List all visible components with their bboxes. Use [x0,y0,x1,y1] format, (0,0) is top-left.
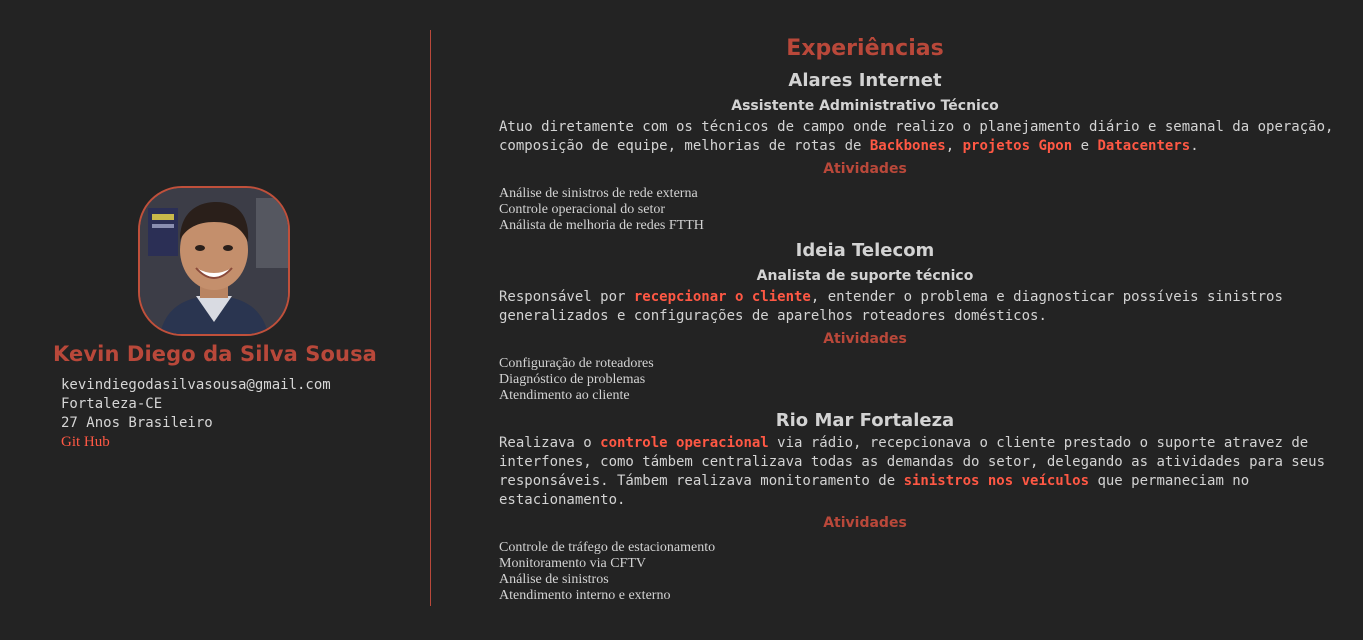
company-name: Rio Mar Fortaleza [775,410,955,431]
job-entry: Rio Mar Fortaleza Realizava o controle o… [499,408,1363,604]
activities-title: Atividades [823,515,907,531]
github-link[interactable]: Git Hub [61,433,331,452]
activity-item: Análista de melhoria de redes FTTH [499,218,704,233]
job-entry: Alares Internet Assistente Administrativ… [499,68,1363,234]
profile-info: kevindiegodasilvasousa@gmail.com Fortale… [61,376,331,452]
column-divider [430,30,431,606]
activity-item: Monitoramento via CFTV [499,556,646,571]
highlight-text: sinistros nos veículos [903,473,1090,489]
profile-photo-illustration [140,188,288,334]
activity-item: Controle operacional do setor [499,202,666,217]
highlight-text: Datacenters [1097,138,1191,154]
experience-title: Experiências [786,36,944,61]
activity-item: Análise de sinistros de rede externa [499,186,698,201]
job-entry: Ideia Telecom Analista de suporte técnic… [499,238,1363,404]
profile-name: Kevin Diego da Silva Sousa [53,342,377,366]
email-text: kevindiegodasilvasousa@gmail.com [61,377,331,393]
company-name: Alares Internet [788,70,942,91]
profile-photo [138,186,290,336]
highlight-text: controle operacional [600,435,769,451]
age-nationality-text: 27 Anos Brasileiro [61,415,213,431]
activity-item: Análise de sinistros [499,572,609,587]
activities-list: Configuração de roteadores Diagnóstico d… [499,356,1363,404]
activity-item: Controle de tráfego de estacionamento [499,540,716,555]
activity-item: Atendimento ao cliente [499,388,630,403]
activity-item: Atendimento interno e externo [499,588,671,603]
location-text: Fortaleza-CE [61,396,163,412]
experience-section: Experiências Alares Internet Assistente … [499,30,1363,630]
job-description: Realizava o controle operacional via rád… [499,435,1326,508]
job-role: Analista de suporte técnico [756,268,974,284]
activities-title: Atividades [823,161,907,177]
company-name: Ideia Telecom [795,240,935,261]
activities-list: Controle de tráfego de estacionamento Mo… [499,540,1363,604]
activity-item: Configuração de roteadores [499,356,654,371]
activities-title: Atividades [823,331,907,347]
job-description: Responsável por recepcionar o cliente, e… [499,289,1283,324]
highlight-text: recepcionar o cliente [633,289,811,305]
highlight-text: Backbones [869,138,946,154]
activity-item: Diagnóstico de problemas [499,372,646,387]
profile-panel: Kevin Diego da Silva Sousa kevindiegodas… [0,0,430,640]
highlight-text: projetos Gpon [962,138,1073,154]
job-role: Assistente Administrativo Técnico [731,98,999,114]
job-description: Atuo diretamente com os técnicos de camp… [499,119,1334,154]
activities-list: Análise de sinistros de rede externa Con… [499,186,1363,234]
